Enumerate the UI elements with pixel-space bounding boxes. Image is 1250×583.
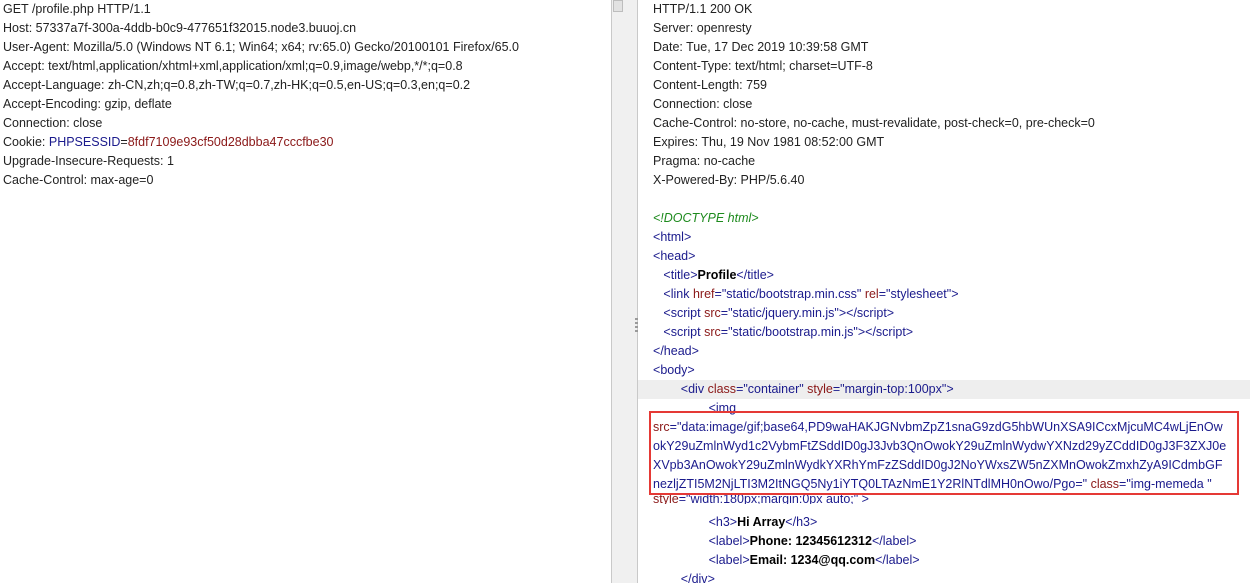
request-upgrade-header: Upgrade-Insecure-Requests: 1 — [3, 154, 174, 168]
cookie-eq: = — [120, 135, 128, 149]
div-class-attr: class — [707, 382, 737, 396]
request-accept-header: Accept: text/html,application/xhtml+xml,… — [3, 59, 463, 73]
cookie-key: PHPSESSID — [48, 135, 121, 149]
img-src-line-4: nezljZTI5M2NjLTI3M2ItNGQ5Ny1iYTQ0LTAzNmE… — [653, 477, 1212, 491]
img-class-val: "img-memeda " — [1126, 477, 1212, 491]
img-class-attr: class — [1090, 477, 1120, 491]
response-status-line: HTTP/1.1 200 OK — [653, 2, 753, 16]
request-pane[interactable]: GET /profile.php HTTP/1.1 Host: 57337a7f… — [0, 0, 611, 583]
div-close-tag: /div — [688, 572, 708, 583]
title-close-tag: /title — [743, 268, 767, 282]
phone-text: Phone: 12345612312 — [749, 534, 872, 548]
head-close-tag: /head — [660, 344, 692, 358]
phone-label-tag: label — [715, 534, 743, 548]
request-connection-header: Connection: close — [3, 116, 103, 130]
head-open-line: <head> — [653, 249, 696, 263]
title-tag: title — [670, 268, 691, 282]
response-pragma-header: Pragma: no-cache — [653, 154, 756, 168]
doctype-line: <!DOCTYPE html> — [638, 209, 1250, 228]
head-close-line: </head> — [653, 344, 699, 358]
b64-part-2: okY29uZmlnWyd1c2VybmFtZSddID0gJ3Jvb3QnOw… — [653, 439, 1227, 453]
script1-src-attr: src — [704, 306, 721, 320]
head-tag: head — [660, 249, 689, 263]
response-pane[interactable]: HTTP/1.1 200 OK Server: openresty Date: … — [638, 0, 1250, 583]
link-rel-val: "stylesheet" — [886, 287, 952, 301]
div-close-line: </div> — [638, 570, 1250, 583]
phone-line: <label>Phone: 12345612312</label> — [708, 534, 917, 548]
response-powered-by-header: X-Powered-By: PHP/5.6.40 — [653, 173, 805, 187]
request-accept-language-header: Accept-Language: zh-CN,zh;q=0.8,zh-TW;q=… — [3, 78, 471, 92]
link-tag: link — [670, 287, 690, 301]
div-class-val: "container" — [743, 382, 804, 396]
script1-src-val: "static/jquery.min.js" — [728, 306, 839, 320]
link-href-val: "static/bootstrap.min.css" — [721, 287, 862, 301]
script2-tag: script — [670, 325, 701, 339]
img-src-attr: src — [653, 420, 670, 434]
title-text: Profile — [697, 268, 737, 282]
div-style-attr: style — [807, 382, 833, 396]
b64-part-3: XVpb3AnOwokY29uZmlnWydkYXRhYmFzZSddID0gJ… — [653, 458, 1223, 472]
body-tag: body — [660, 363, 688, 377]
h3-close-tag: /h3 — [792, 515, 810, 529]
cookie-label: Cookie: — [3, 135, 49, 149]
email-label-close: /label — [882, 553, 913, 567]
response-cache-control-header: Cache-Control: no-store, no-cache, must-… — [653, 116, 1095, 130]
request-cache-control-header: Cache-Control: max-age=0 — [3, 173, 154, 187]
html-open-line: <html> — [653, 230, 692, 244]
request-cookie-header: Cookie: PHPSESSID=8fdf7109e93cf50d28dbba… — [0, 133, 611, 152]
div-style-val: "margin-top:100px" — [840, 382, 947, 396]
img-tag: img — [715, 401, 737, 415]
pane-divider[interactable] — [611, 0, 638, 583]
response-content-type-header: Content-Type: text/html; charset=UTF-8 — [653, 59, 873, 73]
html-tag: html — [660, 230, 684, 244]
email-label-tag: label — [715, 553, 743, 567]
script2-line: <script src="static/bootstrap.min.js"></… — [663, 325, 914, 339]
div-tag: div — [688, 382, 705, 396]
script2-src-attr: src — [704, 325, 721, 339]
doctype: <!DOCTYPE html> — [653, 211, 759, 225]
email-text: Email: 1234@qq.com — [749, 553, 876, 567]
b64-part-1: "data:image/gif;base64,PD9waHAKJGNvbmZpZ… — [676, 420, 1223, 434]
request-line: GET /profile.php HTTP/1.1 — [3, 2, 151, 16]
link-rel-attr: rel — [864, 287, 879, 301]
response-date-header: Date: Tue, 17 Dec 2019 10:39:58 GMT — [653, 40, 869, 54]
img-style-attr: style — [653, 494, 679, 504]
script1-line: <script src="static/jquery.min.js"></scr… — [663, 306, 895, 320]
img-src-line-1: src="data:image/gif;base64,PD9waHAKJGNvb… — [653, 420, 1223, 434]
h3-tag: h3 — [715, 515, 730, 529]
link-href-attr: href — [692, 287, 715, 301]
script2-close: /script — [872, 325, 906, 339]
h3-text: Hi Array — [737, 515, 786, 529]
img-src-line-3: XVpb3AnOwokY29uZmlnWydkYXRhYmFzZSddID0gJ… — [638, 456, 1250, 475]
body-open-line: <body> — [653, 363, 695, 377]
h3-line: <h3>Hi Array</h3> — [708, 515, 818, 529]
response-connection-header: Connection: close — [653, 97, 753, 111]
request-host-header: Host: 57337a7f-300a-4ddb-b0c9-477651f320… — [3, 21, 357, 35]
img-src-line-2: okY29uZmlnWyd1c2VybmFtZSddID0gJ3Jvb3QnOw… — [638, 437, 1250, 456]
phone-label-close: /label — [879, 534, 910, 548]
img-style-val: "width:180px;margin:0px auto;" — [686, 494, 859, 504]
response-server-header: Server: openresty — [653, 21, 752, 35]
request-user-agent-header: User-Agent: Mozilla/5.0 (Windows NT 6.1;… — [3, 40, 519, 54]
script2-src-val: "static/bootstrap.min.js" — [728, 325, 858, 339]
email-line: <label>Email: 1234@qq.com</label> — [708, 553, 920, 567]
request-accept-encoding-header: Accept-Encoding: gzip, deflate — [3, 97, 172, 111]
scroll-thumb[interactable] — [613, 0, 623, 12]
img-style-line: style="width:180px;margin:0px auto;" > — [653, 494, 869, 504]
link-line: <link href="static/bootstrap.min.css" re… — [663, 287, 959, 301]
response-expires-header: Expires: Thu, 19 Nov 1981 08:52:00 GMT — [653, 135, 885, 149]
img-open-line: <img — [708, 401, 737, 415]
title-line: <title>Profile</title> — [663, 268, 774, 282]
div-container-line: <div class="container" style="margin-top… — [638, 380, 1250, 399]
script1-close: /script — [853, 306, 887, 320]
response-content-length-header: Content-Length: 759 — [653, 78, 767, 92]
cookie-value: 8fdf7109e93cf50d28dbba47cccfbe30 — [127, 135, 334, 149]
b64-part-4: nezljZTI5M2NjLTI3M2ItNGQ5Ny1iYTQ0LTAzNmE… — [653, 477, 1088, 491]
script1-tag: script — [670, 306, 701, 320]
